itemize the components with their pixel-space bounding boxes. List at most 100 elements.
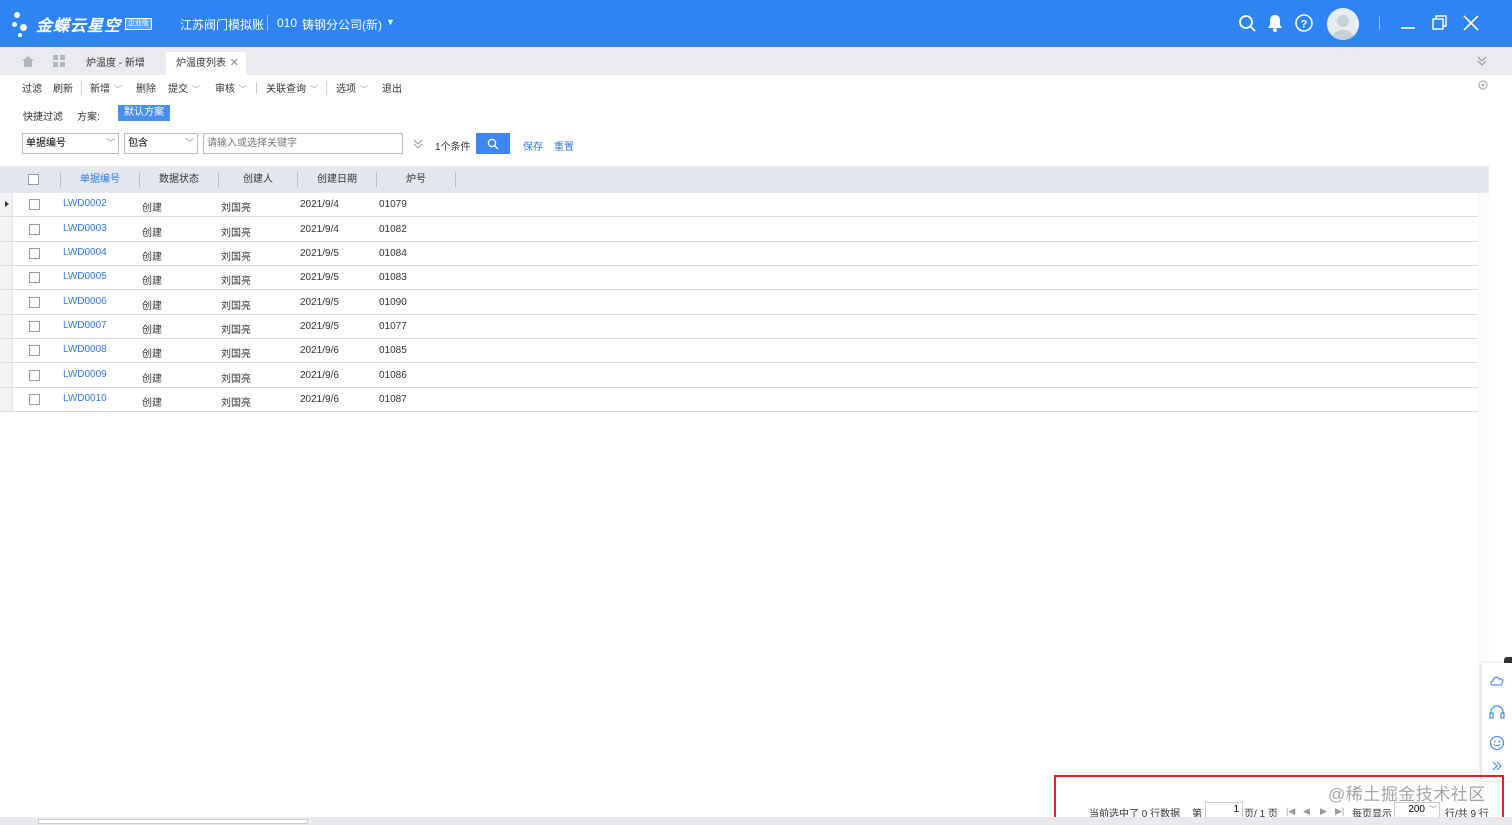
table-row[interactable]: LWD0003 创建 刘国亮 2021/9/4 01082	[0, 218, 1478, 242]
headset-icon[interactable]	[1489, 704, 1505, 720]
row-checkbox[interactable]	[29, 370, 40, 381]
org-name[interactable]: 铸钢分公司(新)	[302, 16, 382, 33]
avatar[interactable]	[1327, 8, 1359, 40]
row-checkbox[interactable]	[29, 321, 40, 332]
field-select-value: 单据编号	[26, 138, 66, 149]
exit-button[interactable]: 退出	[382, 80, 402, 95]
last-page-icon[interactable]: ▶|	[1335, 806, 1344, 817]
help-icon[interactable]: ?	[1294, 13, 1314, 33]
bill-no-link[interactable]: LWD0008	[63, 344, 107, 355]
bill-no-link[interactable]: LWD0010	[63, 393, 107, 404]
options-button[interactable]: 选项 ﹀	[336, 80, 368, 95]
row-checkbox[interactable]	[29, 248, 40, 259]
table-row[interactable]: LWD0005 创建 刘国亮 2021/9/5 01083	[0, 266, 1478, 290]
row-checkbox[interactable]	[29, 272, 40, 283]
select-all-checkbox[interactable]	[28, 174, 39, 185]
cell-date: 2021/9/4	[300, 199, 339, 210]
new-button[interactable]: 新增 ﹀	[90, 80, 122, 95]
scrollbar-thumb[interactable]	[38, 819, 308, 824]
double-chevron-right-icon[interactable]	[1491, 760, 1503, 772]
related-query-label: 关联查询	[266, 84, 306, 95]
user-icon	[1332, 15, 1354, 40]
watermark: @稀土掘金技术社区	[1328, 785, 1486, 804]
row-checkbox[interactable]	[29, 394, 40, 405]
submit-button[interactable]: 提交 ﹀	[168, 80, 200, 95]
bill-no-link[interactable]: LWD0003	[63, 223, 107, 234]
cell-date: 2021/9/4	[300, 224, 339, 235]
bill-no-link[interactable]: LWD0006	[63, 296, 107, 307]
bill-no-link[interactable]: LWD0002	[63, 198, 107, 209]
column-header-create-date[interactable]: 创建日期	[298, 166, 376, 193]
apps-grid-icon[interactable]	[53, 55, 66, 68]
gear-icon[interactable]	[1477, 79, 1489, 91]
table-row[interactable]: LWD0009 创建 刘国亮 2021/9/6 01086	[0, 364, 1478, 388]
operator-select[interactable]: 包含 ﹀	[124, 133, 198, 154]
bill-no-link[interactable]: LWD0009	[63, 369, 107, 380]
search-icon[interactable]	[1237, 13, 1257, 33]
cell-furnace-no: 01083	[379, 272, 407, 283]
tab-furnace-temp-list[interactable]: 炉温度列表 ✕	[166, 52, 246, 75]
column-header-furnace-no[interactable]: 炉号	[377, 166, 455, 193]
table-row[interactable]: LWD0008 创建 刘国亮 2021/9/6 01085	[0, 339, 1478, 363]
default-scheme-button[interactable]: 默认方案	[118, 105, 170, 121]
first-page-icon[interactable]: |◀	[1286, 806, 1295, 817]
org-code[interactable]: 010	[277, 16, 297, 30]
reset-link[interactable]: 重置	[554, 138, 574, 153]
delete-button[interactable]: 删除	[136, 80, 156, 95]
bill-no-link[interactable]: LWD0005	[63, 271, 107, 282]
close-icon[interactable]	[1461, 13, 1481, 33]
bill-no-link[interactable]: LWD0007	[63, 320, 107, 331]
field-select[interactable]: 单据编号 ﹀	[22, 133, 119, 154]
restore-icon[interactable]	[1430, 13, 1450, 33]
table-row[interactable]: LWD0010 创建 刘国亮 2021/9/6 01087	[0, 388, 1478, 412]
cell-creator: 刘国亮	[221, 301, 251, 312]
table-row[interactable]: LWD0007 创建 刘国亮 2021/9/5 01077	[0, 315, 1478, 339]
page-number-input[interactable]: 1	[1205, 802, 1243, 818]
column-header-bill-no[interactable]: 单据编号	[61, 166, 139, 193]
account-name[interactable]: 江苏阀门模拟账	[180, 16, 264, 33]
cell-status: 创建	[142, 398, 162, 409]
cell-status: 创建	[142, 276, 162, 287]
chevron-down-icon: ﹀	[184, 138, 194, 148]
tab-bar: 炉温度 - 新增 炉温度列表 ✕	[0, 47, 1512, 75]
per-page-value: 200	[1408, 804, 1425, 815]
horizontal-scrollbar[interactable]	[0, 817, 1512, 825]
table-row[interactable]: LWD0006 创建 刘国亮 2021/9/5 01090	[0, 291, 1478, 315]
table-row[interactable]: LWD0002 创建 刘国亮 2021/9/4 01079	[0, 193, 1478, 217]
bill-no-link[interactable]: LWD0004	[63, 247, 107, 258]
row-checkbox[interactable]	[29, 224, 40, 235]
column-header-status[interactable]: 数据状态	[140, 166, 218, 193]
row-checkbox[interactable]	[29, 297, 40, 308]
cell-date: 2021/9/6	[300, 345, 339, 356]
home-icon[interactable]	[21, 55, 35, 68]
row-checkbox[interactable]	[29, 345, 40, 356]
condition-count[interactable]: 1个条件	[435, 138, 471, 153]
org-dropdown-icon[interactable]: ▼	[386, 17, 395, 27]
collapse-down-icon[interactable]	[1476, 55, 1488, 67]
refresh-button[interactable]: 刷新	[53, 80, 73, 95]
row-checkbox[interactable]	[29, 199, 40, 210]
expand-conditions-icon[interactable]	[413, 139, 423, 149]
divider	[1379, 16, 1380, 30]
cell-status: 创建	[142, 228, 162, 239]
keyword-input[interactable]	[203, 133, 403, 154]
divider	[81, 82, 82, 94]
audit-button[interactable]: 审核 ﹀	[215, 80, 247, 95]
next-page-icon[interactable]: ▶	[1320, 806, 1327, 817]
cloud-icon[interactable]	[1489, 673, 1505, 687]
minimize-icon[interactable]	[1398, 13, 1418, 33]
tab-furnace-temp-new[interactable]: 炉温度 - 新增	[76, 52, 155, 75]
cell-status: 创建	[142, 349, 162, 360]
tab-close-icon[interactable]: ✕	[230, 52, 239, 75]
smile-icon[interactable]	[1489, 735, 1505, 751]
chevron-down-icon: ﹀	[114, 85, 122, 94]
table-row[interactable]: LWD0004 创建 刘国亮 2021/9/5 01084	[0, 242, 1478, 266]
chevron-down-icon: ﹀	[105, 138, 115, 148]
filter-button[interactable]: 过滤	[22, 80, 42, 95]
prev-page-icon[interactable]: ◀	[1303, 806, 1310, 817]
search-button[interactable]	[476, 133, 510, 154]
related-query-button[interactable]: 关联查询 ﹀	[266, 80, 318, 95]
column-header-creator[interactable]: 创建人	[219, 166, 297, 193]
bell-icon[interactable]	[1265, 13, 1285, 33]
save-scheme-link[interactable]: 保存	[523, 138, 543, 153]
